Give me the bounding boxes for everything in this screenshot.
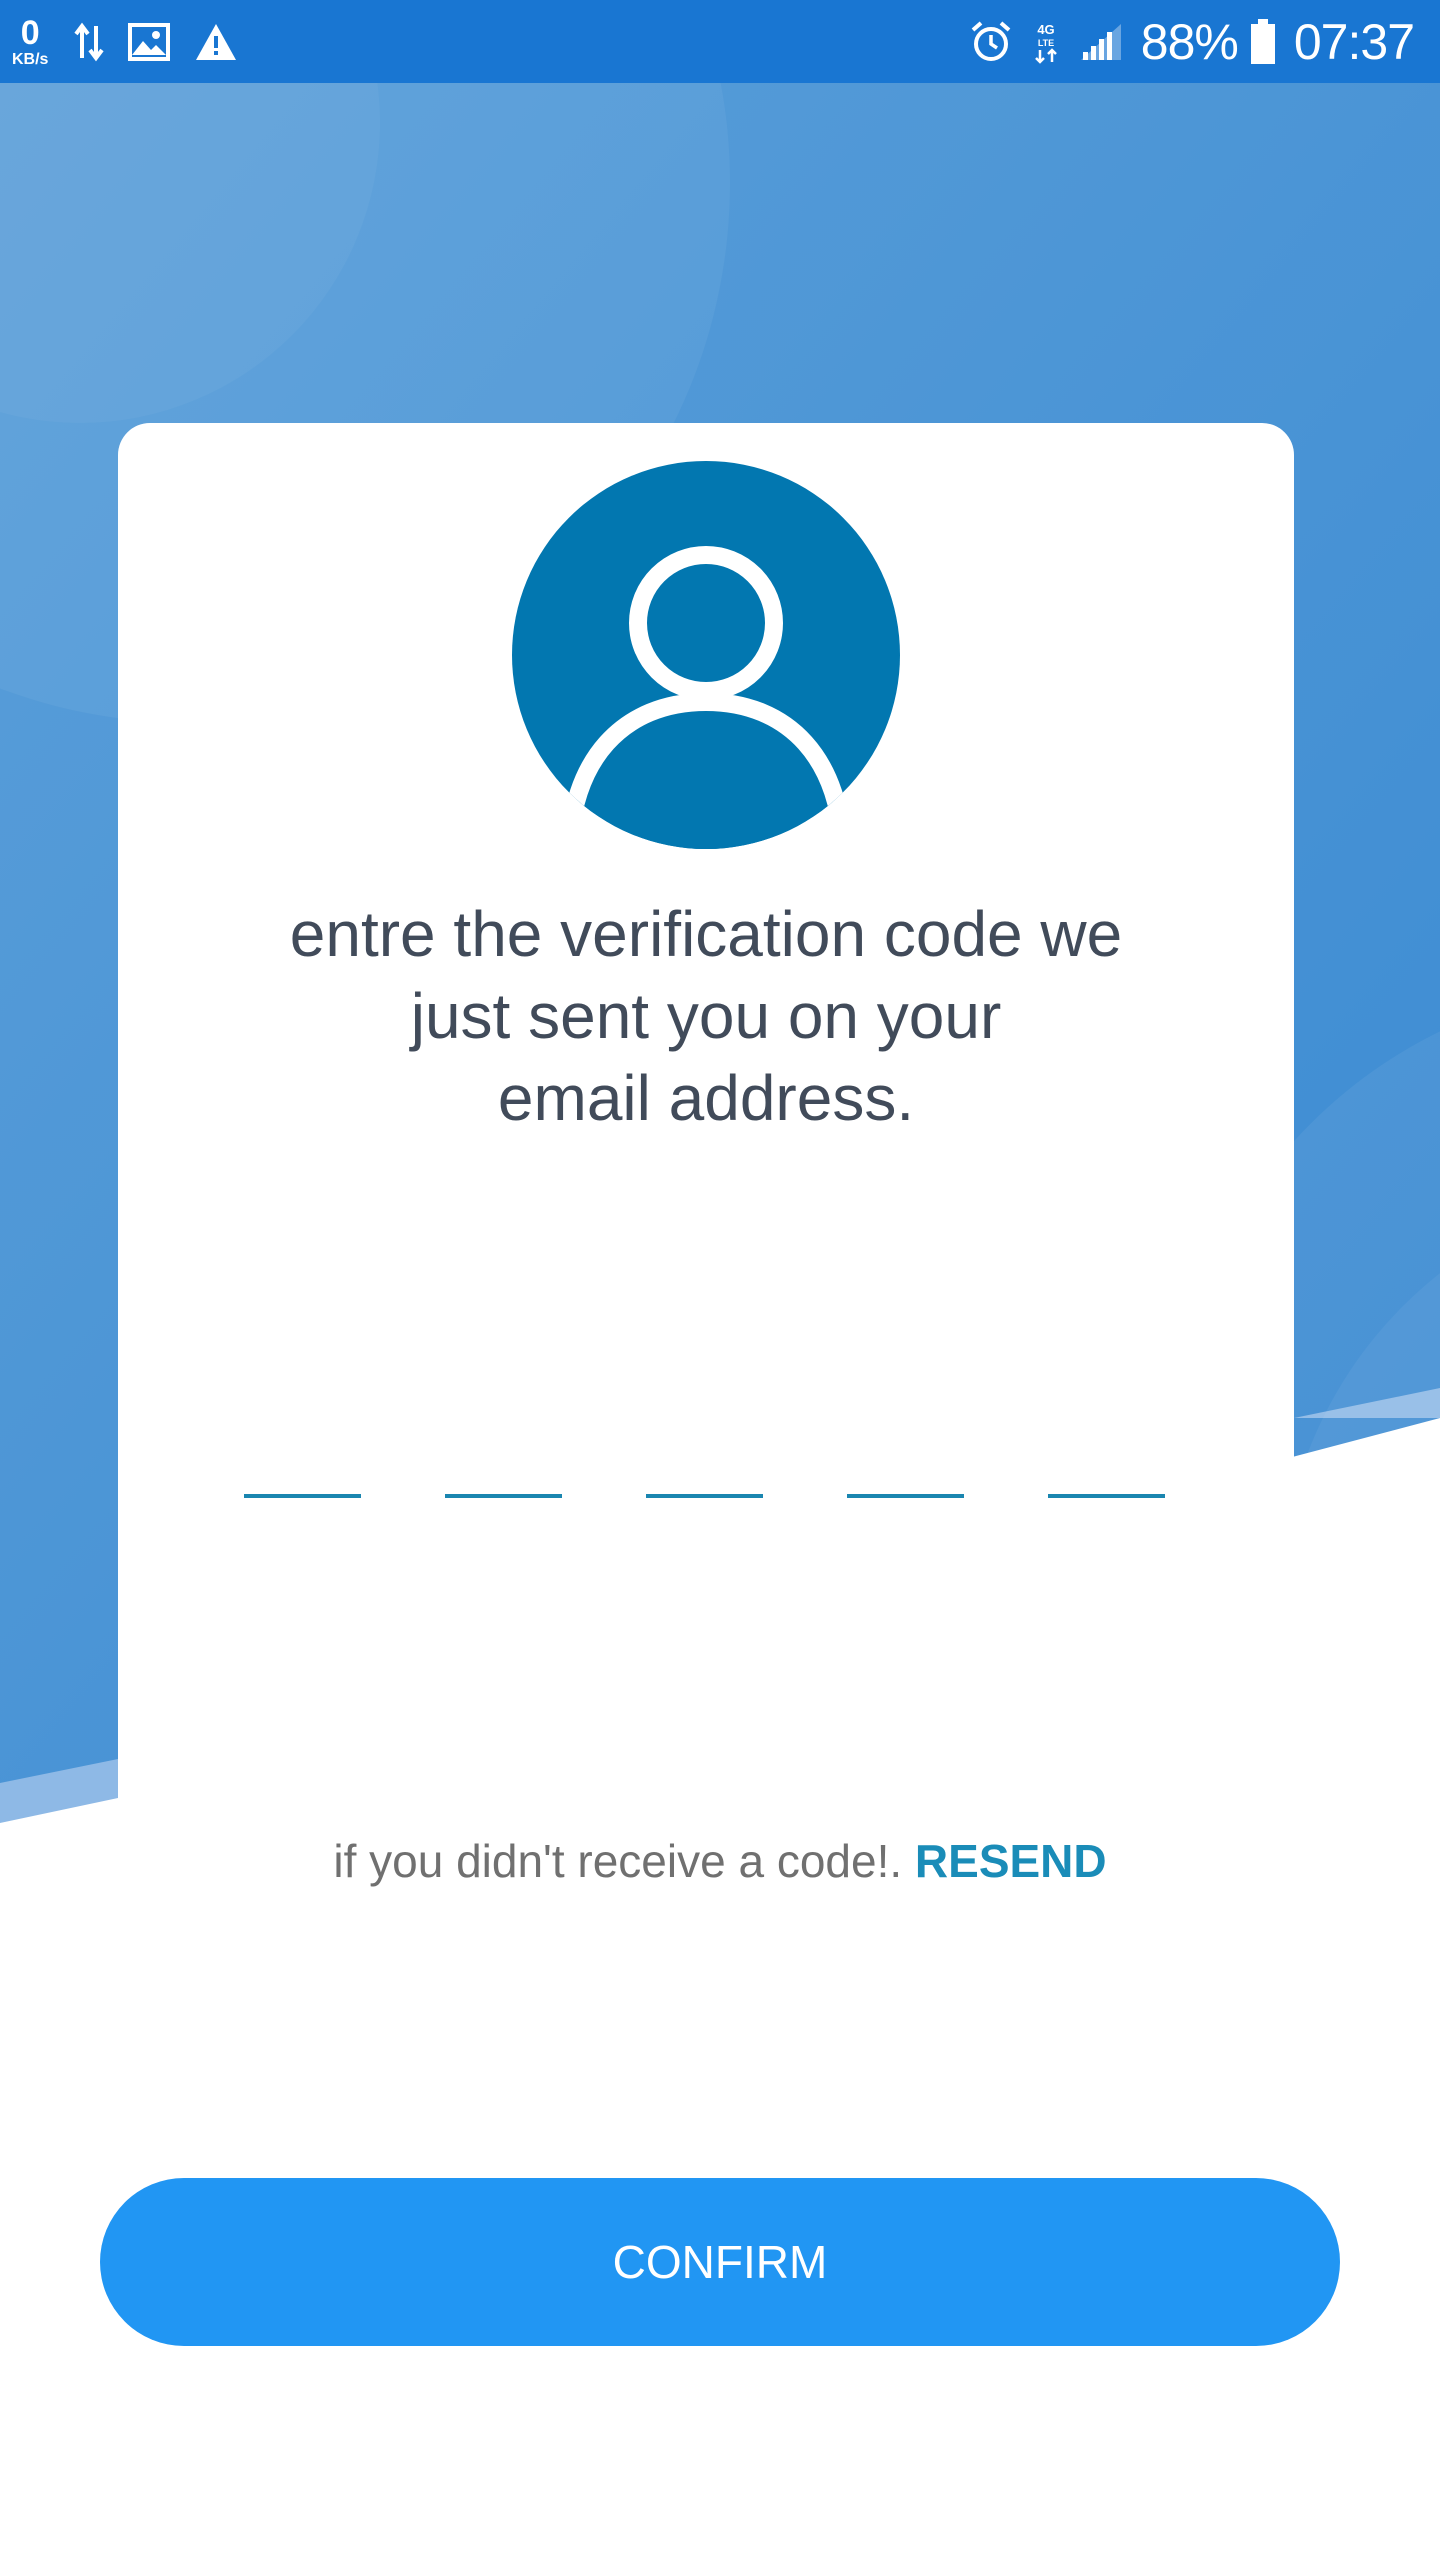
battery-percentage: 88% — [1140, 13, 1239, 70]
code-digit-1[interactable] — [244, 1438, 361, 1498]
data-transfer-icon — [74, 22, 105, 62]
network-speed-indicator: 0 KB/s — [12, 16, 48, 68]
status-bar-right: 4G LTE 88% 07:37 — [969, 0, 1415, 83]
status-bar-left: 0 KB/s — [12, 0, 262, 83]
resend-prompt: if you didn't receive a code!. RESEND — [0, 1834, 1440, 1888]
svg-text:4G: 4G — [1037, 22, 1054, 37]
code-digit-5[interactable] — [1048, 1438, 1165, 1498]
network-4g-icon: 4G LTE — [1031, 20, 1061, 64]
code-digit-3[interactable] — [646, 1438, 763, 1498]
confirm-button-label: CONFIRM — [612, 2236, 828, 2288]
verification-card: entre the verification code we just sent… — [118, 423, 1294, 1803]
resend-link[interactable]: RESEND — [915, 1835, 1107, 1887]
network-speed-value: 0 — [20, 13, 40, 52]
warning-icon — [194, 22, 238, 62]
confirm-button[interactable]: CONFIRM — [100, 2178, 1340, 2346]
clock-time: 07:37 — [1293, 13, 1415, 70]
code-digit-4[interactable] — [847, 1438, 964, 1498]
image-icon — [128, 22, 171, 61]
user-icon — [512, 461, 900, 849]
network-speed-unit: KB/s — [12, 50, 49, 68]
svg-text:LTE: LTE — [1038, 38, 1054, 48]
battery-icon — [1250, 18, 1276, 65]
alarm-icon — [969, 20, 1013, 64]
instruction-text: entre the verification code we just sent… — [289, 898, 1123, 1134]
status-bar: 0 KB/s 4G LTE 88% 07:37 — [0, 0, 1440, 83]
verification-code-input[interactable] — [244, 1438, 1184, 1498]
resend-text: if you didn't receive a code!. — [333, 1835, 903, 1887]
code-digit-2[interactable] — [445, 1438, 562, 1498]
signal-icon — [1079, 22, 1123, 62]
